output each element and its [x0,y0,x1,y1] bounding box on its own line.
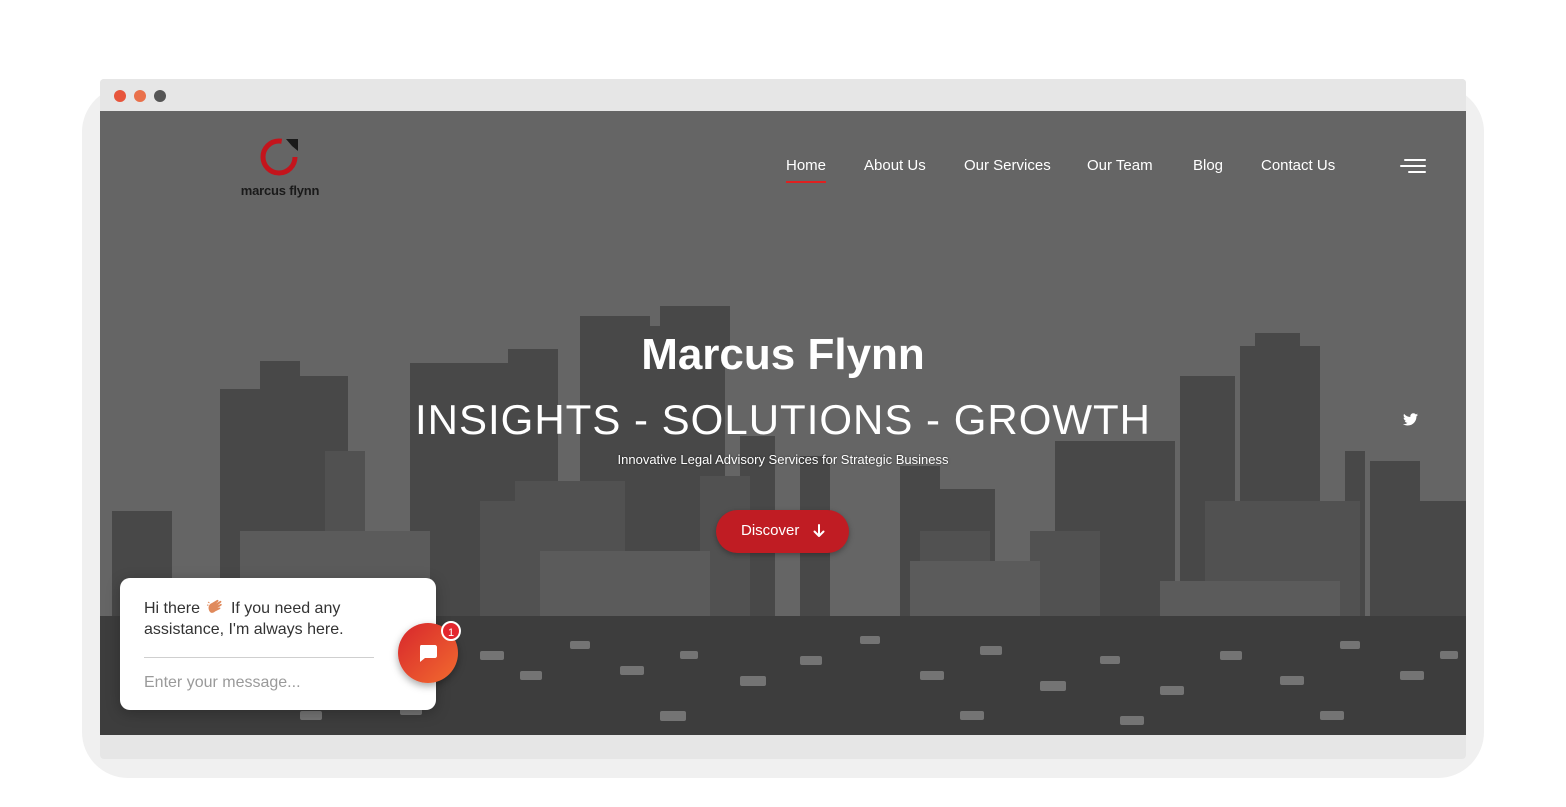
hero-section: marcus flynn Home About Us Our Services … [100,111,1466,735]
chat-icon [420,645,437,662]
waving-hand-icon [207,599,223,613]
nav-item-contact-us[interactable]: Contact Us [1261,157,1335,174]
minimize-dot[interactable] [134,90,146,102]
nav-item-our-services[interactable]: Our Services [964,157,1051,174]
nav-item-our-team[interactable]: Our Team [1087,157,1153,174]
hero-subtitle: Innovative Legal Advisory Services for S… [617,452,949,467]
discover-label: Discover [741,522,800,539]
hero-tagline: INSIGHTS - SOLUTIONS - GROWTH [414,396,1151,443]
chat-greeting-start: Hi there [144,600,201,617]
nav-item-blog[interactable]: Blog [1193,157,1223,174]
arrow-down-icon [813,524,825,537]
hamburger-icon[interactable] [1400,159,1426,177]
discover-button[interactable]: Discover [716,510,849,553]
chat-greeting: Hi there If you need any assistance, I'm… [144,598,384,640]
chat-divider [144,657,374,658]
nav-item-home[interactable]: Home [786,157,827,183]
window-titlebar [100,79,1466,111]
twitter-icon[interactable] [1403,413,1418,426]
browser-window: marcus flynn Home About Us Our Services … [100,79,1466,759]
main-nav: Home About Us Our Services Our Team Blog… [100,157,1466,183]
close-dot[interactable] [114,90,126,102]
chat-widget: Hi there If you need any assistance, I'm… [120,578,436,710]
hero-title: Marcus Flynn [641,330,925,379]
chat-message-input[interactable] [142,670,386,696]
chat-notification-badge: 1 [441,621,461,641]
nav-item-about-us[interactable]: About Us [864,157,926,174]
maximize-dot[interactable] [154,90,166,102]
logo-text: marcus flynn [240,183,320,198]
